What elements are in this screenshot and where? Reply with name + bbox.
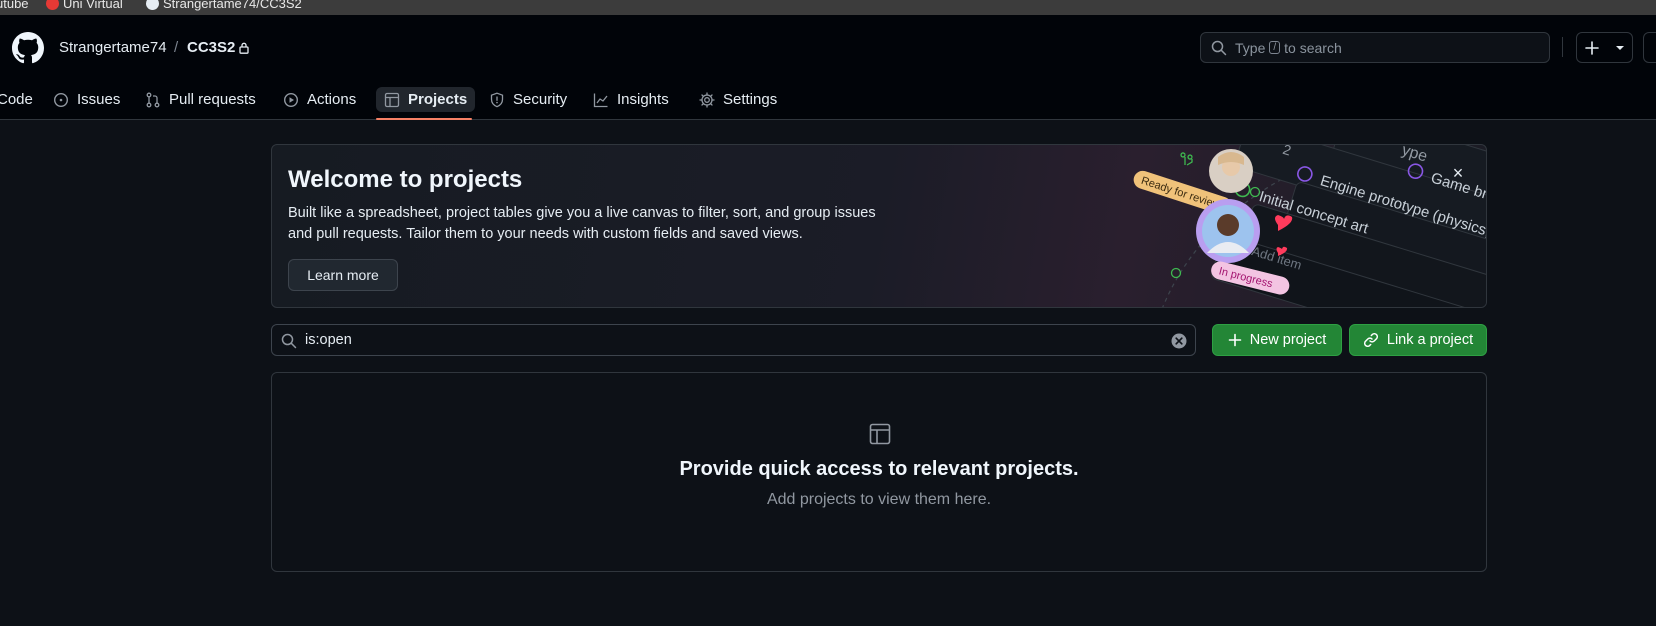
new-project-button[interactable]: New project (1212, 324, 1342, 356)
gear-icon (699, 91, 715, 108)
repo-name: CC3S2 (187, 39, 236, 56)
tab-label: Pull requests (169, 91, 256, 108)
projects-filter-input[interactable]: is:open (271, 324, 1196, 356)
search-shortcut-key: / (1269, 41, 1281, 54)
clear-filter-icon[interactable] (1171, 333, 1187, 349)
tab-label: Issues (77, 91, 121, 108)
tab-code[interactable]: Code (0, 79, 33, 120)
link-icon (1363, 332, 1378, 348)
pull-request-icon (146, 92, 160, 107)
projects-blankslate: Provide quick access to relevant project… (271, 372, 1487, 572)
uni-virtual-icon (46, 0, 59, 10)
table-icon (384, 92, 400, 107)
banner-title: Welcome to projects (288, 166, 523, 193)
lock-icon (239, 42, 250, 54)
banner-description: Built like a spreadsheet, project tables… (288, 205, 876, 242)
search-icon (281, 333, 297, 349)
tab-label: Security (513, 91, 568, 108)
header-divider (1562, 37, 1563, 57)
shield-icon (490, 92, 504, 107)
tab-label: Actions (307, 91, 357, 108)
link-project-button[interactable]: Link a project (1349, 324, 1487, 356)
blankslate-subtitle: Add projects to view them here. (766, 491, 992, 508)
global-search-input[interactable]: Type / to search (1200, 32, 1550, 63)
bookmark-uni-virtual[interactable]: Uni Virtual (46, 0, 123, 11)
issues-shortcut-button[interactable] (1643, 32, 1656, 63)
breadcrumb-separator: / (174, 39, 179, 56)
button-label: New project (1249, 332, 1327, 348)
search-icon (1211, 40, 1227, 55)
create-new-button[interactable] (1576, 32, 1633, 63)
illustration-status-icon (1249, 186, 1261, 198)
tab-insights[interactable]: Insights (593, 79, 669, 120)
bookmarks-bar: utube Uni Virtual Strangertame74/CC3S2 (0, 0, 1656, 15)
github-icon (146, 0, 159, 10)
tab-projects[interactable]: Projects (376, 79, 476, 120)
illustration-git-icon (1180, 152, 1193, 166)
tab-issues[interactable]: Issues (53, 79, 120, 120)
close-banner-icon[interactable]: × (1450, 164, 1466, 182)
tab-security[interactable]: Security (489, 79, 567, 120)
search-placeholder-prefix: Type (1235, 39, 1266, 56)
plus-icon (1585, 40, 1600, 55)
tab-label: Code (0, 91, 33, 108)
projects-illustration: ype Game brief and go-no-go 2 Engine pro… (1133, 145, 1486, 307)
play-icon (283, 92, 299, 107)
illustration-status-icon (1170, 267, 1182, 279)
github-logo-icon[interactable] (12, 32, 44, 64)
table-icon (869, 423, 891, 445)
tab-settings[interactable]: Settings (699, 79, 777, 120)
repo-header: Strangertame74 / CC3S2 Type / to search … (0, 15, 1656, 120)
bookmark-label: Strangertame74/CC3S2 (163, 0, 302, 11)
tab-label: Settings (723, 91, 778, 108)
bookmark-github-repo[interactable]: Strangertame74/CC3S2 (146, 0, 302, 11)
breadcrumb-owner[interactable]: Strangertame74 (59, 39, 167, 56)
learn-more-button[interactable]: Learn more (288, 259, 398, 291)
plus-icon (1228, 333, 1242, 347)
filter-value: is:open (305, 332, 352, 348)
repo-nav-tabs: Code Issues Pull requests Actions Projec… (0, 79, 1656, 120)
welcome-banner: Welcome to projects Built like a spreads… (271, 144, 1487, 308)
triangle-down-icon (1615, 45, 1624, 50)
bookmark-label: utube (0, 0, 29, 11)
tab-pull-requests[interactable]: Pull requests (145, 79, 256, 120)
issue-icon (53, 92, 69, 107)
tab-label: Projects (408, 91, 468, 108)
bookmark-label: Uni Virtual (63, 0, 123, 11)
tab-projects-pill: Projects (376, 87, 476, 112)
breadcrumb-repo[interactable]: CC3S2 (187, 39, 250, 56)
bookmark-youtube[interactable]: utube (0, 0, 29, 11)
graph-icon (593, 93, 608, 107)
search-placeholder-suffix: to search (1284, 39, 1342, 56)
tab-actions[interactable]: Actions (283, 79, 356, 120)
button-label: Link a project (1386, 332, 1474, 348)
blankslate-title: Provide quick access to relevant project… (679, 458, 1079, 480)
tab-label: Insights (617, 91, 669, 108)
